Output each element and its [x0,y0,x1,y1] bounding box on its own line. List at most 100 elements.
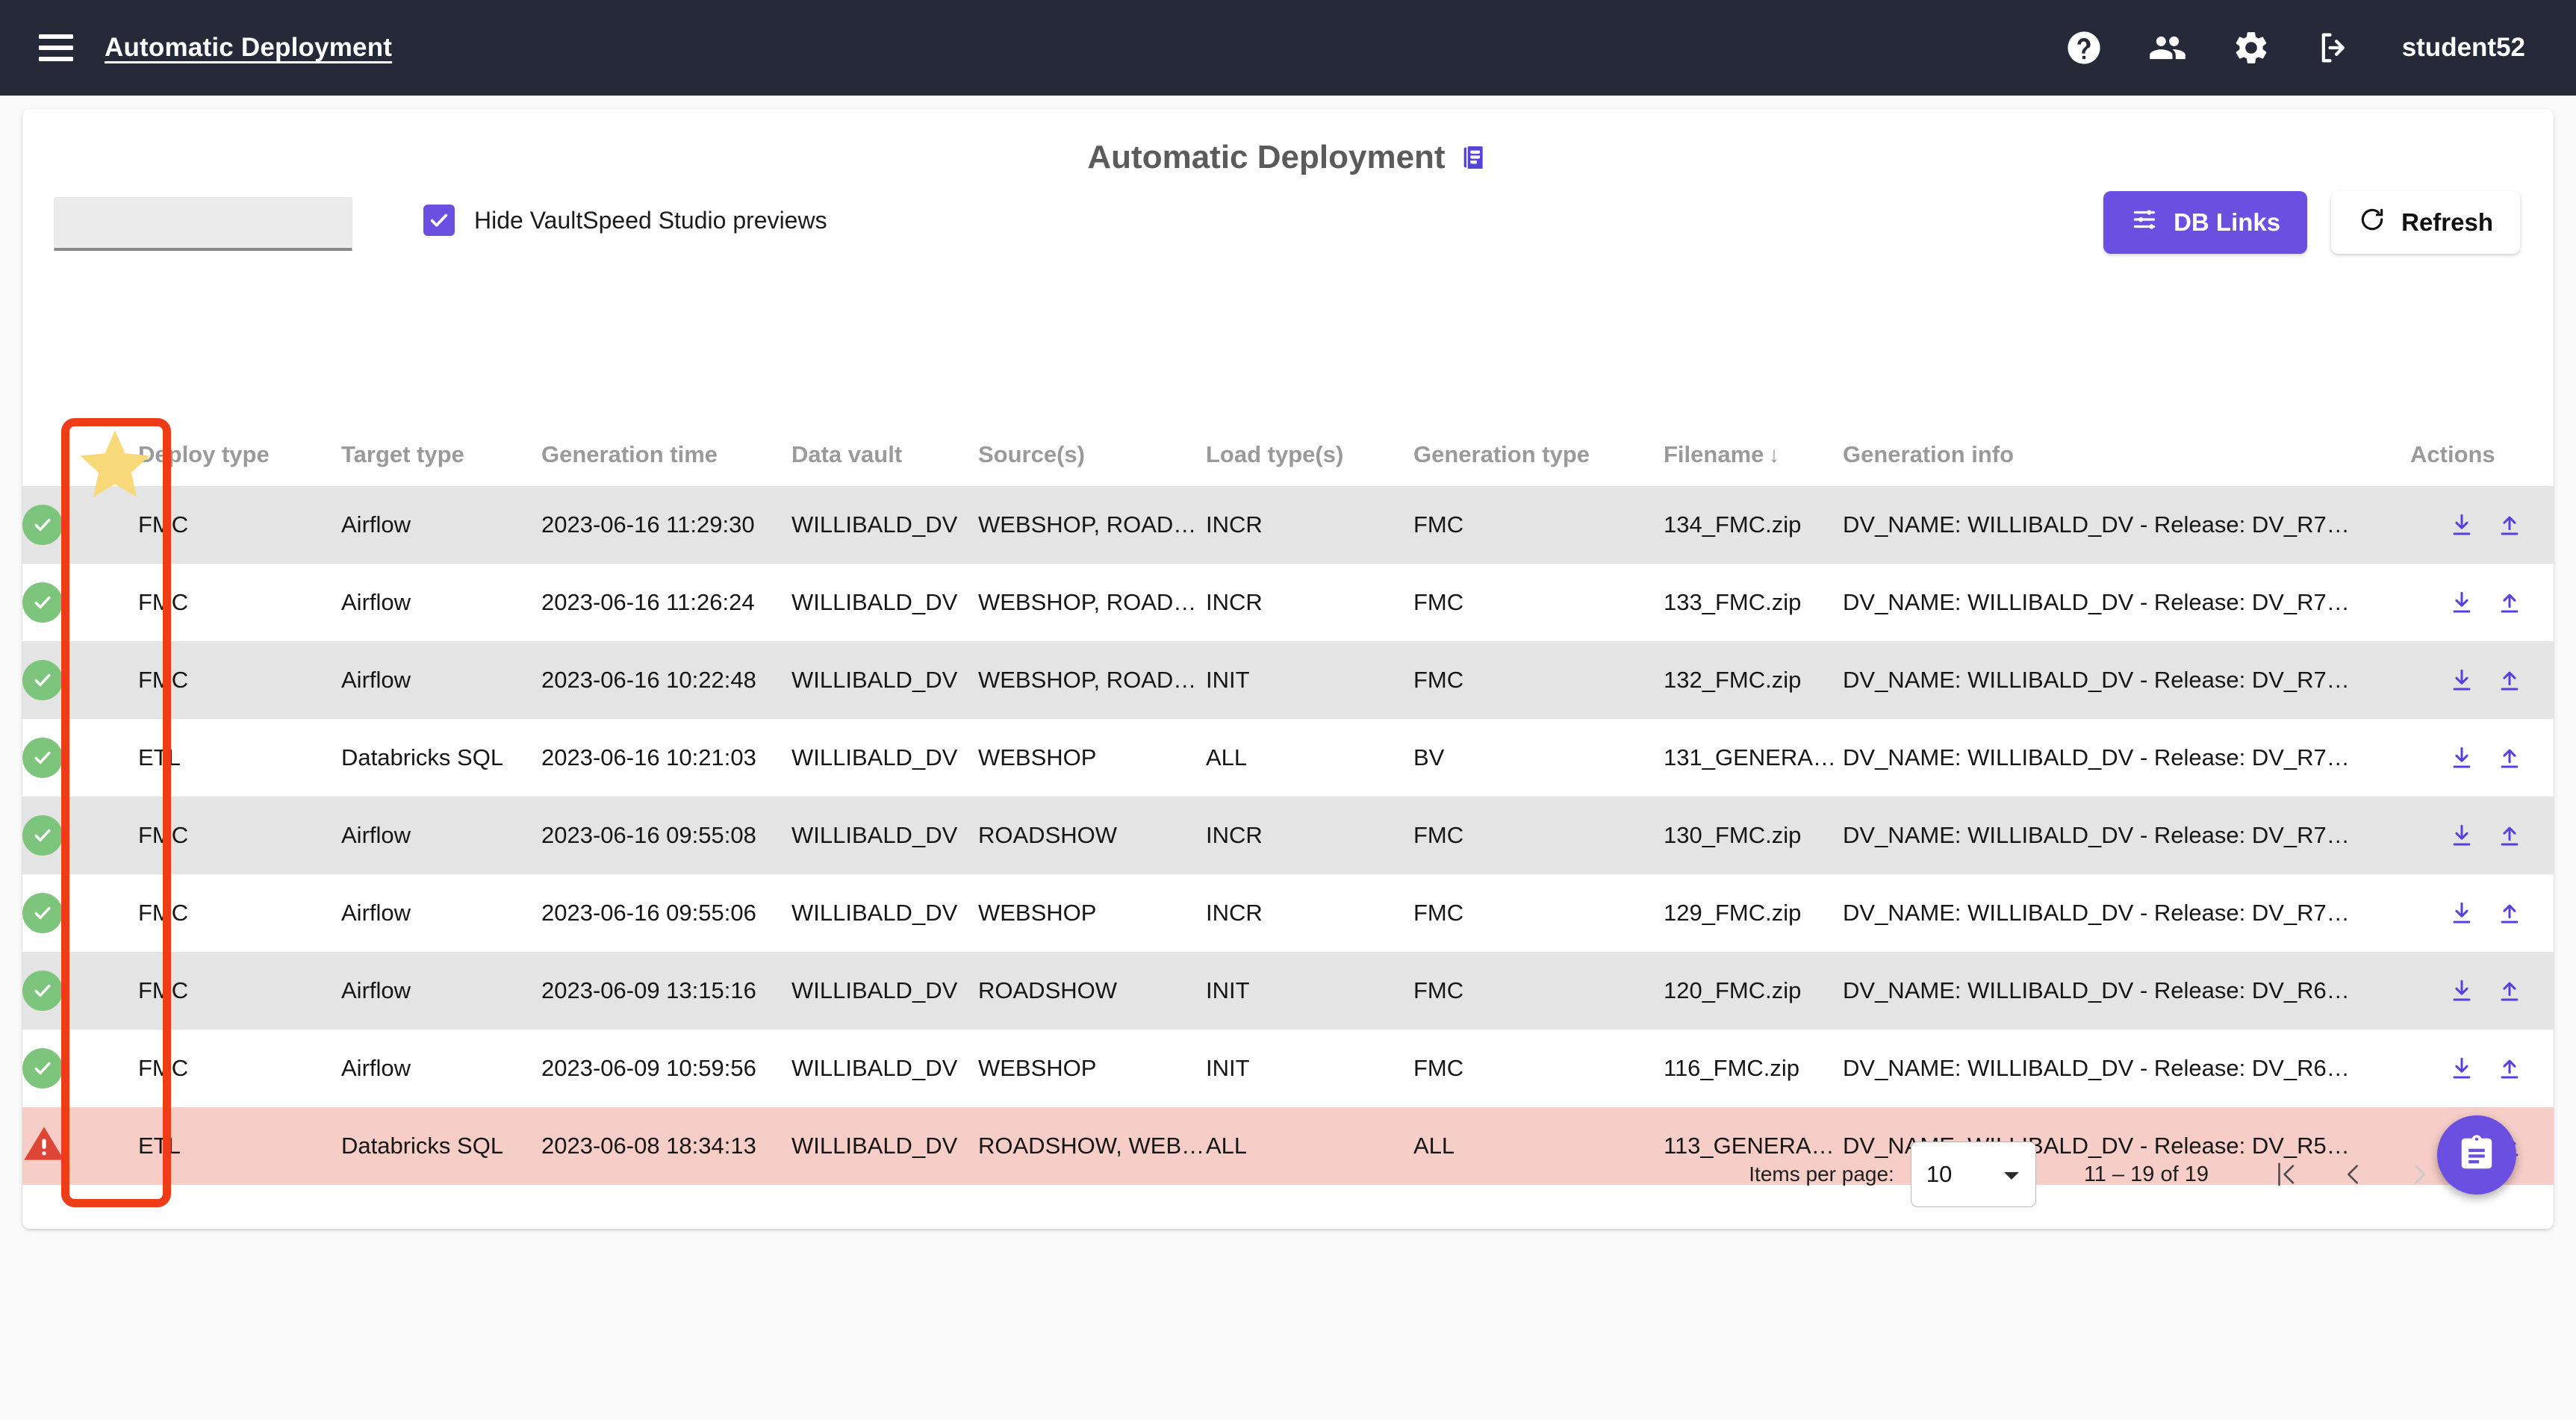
upload-icon[interactable] [2497,744,2522,771]
column-header-generation-time[interactable]: Generation time [541,423,791,486]
status-success-icon [22,660,63,700]
download-icon[interactable] [2449,822,2474,849]
cell-generation-type: BV [1413,719,1664,797]
notes-fab-button[interactable] [2437,1115,2516,1195]
upload-icon[interactable] [2497,977,2522,1004]
cell-deploy-type: FMC [138,1030,341,1107]
cell-filename: 116_FMC.zip [1664,1030,1843,1107]
upload-icon[interactable] [2497,667,2522,694]
download-icon[interactable] [2449,744,2474,771]
cell-target-type: Airflow [341,874,541,952]
cell-filename: 133_FMC.zip [1664,564,1843,641]
column-header-sources[interactable]: Source(s) [978,423,1206,486]
column-header-filename-label: Filename [1664,440,1764,467]
cell-deploy-type: FMC [138,564,341,641]
cell-generation-type: FMC [1413,564,1664,641]
table-row[interactable]: FMC Airflow 2023-06-16 10:22:48 WILLIBALD_D… [22,641,2554,719]
upload-icon[interactable] [2497,511,2522,538]
first-page-button[interactable] [2252,1141,2319,1208]
cell-generation-time: 2023-06-16 10:21:03 [541,719,791,797]
download-icon[interactable] [2449,589,2474,616]
filter-input[interactable] [54,197,352,251]
cell-actions [2410,564,2554,641]
cell-load-types: INCR [1206,564,1413,641]
column-header-actions: Actions [2410,423,2554,486]
topbar-app-title[interactable]: Automatic Deployment [105,33,392,63]
column-header-status [22,423,138,486]
db-links-button[interactable]: DB Links [2103,191,2308,254]
hide-previews-checkbox[interactable] [423,205,455,236]
cell-generation-info: DV_NAME: WILLIBALD_DV - Release: DV_R7… [1843,797,2410,874]
paginator: Items per page: 10 11 – 19 of 19 [1749,1141,2521,1208]
cell-data-vault: WILLIBALD_DV [791,874,978,952]
cell-generation-info: DV_NAME: WILLIBALD_DV - Release: DV_R7… [1843,486,2410,564]
cell-sources: WEBSHOP [978,874,1206,952]
people-icon[interactable] [2148,28,2187,67]
table-row[interactable]: FMC Airflow 2023-06-16 09:55:06 WILLIBALD_D… [22,874,2554,952]
table-row[interactable]: ETL Databricks SQL 2023-06-16 10:21:03 WILL… [22,719,2554,797]
column-header-generation-info[interactable]: Generation info [1843,423,2410,486]
cell-status [22,486,138,564]
upload-icon[interactable] [2497,589,2522,616]
table-row[interactable]: FMC Airflow 2023-06-16 11:26:24 WILLIBALD_D… [22,564,2554,641]
hamburger-menu-icon[interactable] [39,34,73,61]
column-header-load-types[interactable]: Load type(s) [1206,423,1413,486]
cell-sources: WEBSHOP, ROADS… [978,486,1206,564]
items-per-page-label: Items per page: [1749,1162,1894,1186]
cell-filename: 131_GENERA… [1664,719,1843,797]
cell-generation-time: 2023-06-16 11:26:24 [541,564,791,641]
download-icon[interactable] [2449,977,2474,1004]
previous-page-button[interactable] [2319,1141,2386,1208]
topbar-actions: student52 [2065,28,2525,67]
cell-status [22,719,138,797]
upload-icon[interactable] [2497,900,2522,927]
download-icon[interactable] [2449,1055,2474,1082]
hide-previews-checkbox-row: Hide VaultSpeed Studio previews [423,205,827,236]
cell-actions [2410,641,2554,719]
table-row[interactable]: FMC Airflow 2023-06-16 11:29:30 WILLIBALD_D… [22,486,2554,564]
download-icon[interactable] [2449,511,2474,538]
cell-filename: 130_FMC.zip [1664,797,1843,874]
cell-actions [2410,797,2554,874]
column-header-target-type[interactable]: Target type [341,423,541,486]
column-header-filename[interactable]: Filename ↓ [1664,423,1843,486]
table-row[interactable]: FMC Airflow 2023-06-09 10:59:56 WILLIBALD_D… [22,1030,2554,1107]
table-row[interactable]: FMC Airflow 2023-06-09 13:15:16 WILLIBALD_D… [22,952,2554,1030]
column-header-deploy-type[interactable]: Deploy type [138,423,341,486]
cell-target-type: Airflow [341,641,541,719]
cell-deploy-type: FMC [138,797,341,874]
tune-icon [2130,205,2159,240]
cell-target-type: Airflow [341,1030,541,1107]
document-list-icon[interactable] [1459,142,1489,173]
toolbar-buttons: DB Links Refresh [2103,191,2520,254]
deployments-table: Deploy type Target type Generation time … [22,423,2554,1185]
column-header-data-vault[interactable]: Data vault [791,423,978,486]
cell-generation-time: 2023-06-16 10:22:48 [541,641,791,719]
page-title: Automatic Deployment [1087,139,1446,175]
cell-generation-time: 2023-06-16 09:55:08 [541,797,791,874]
db-links-label: DB Links [2174,208,2281,236]
download-icon[interactable] [2449,667,2474,694]
cell-generation-time: 2023-06-09 10:59:56 [541,1030,791,1107]
refresh-button[interactable]: Refresh [2331,191,2520,254]
sort-descending-icon: ↓ [1768,442,1780,467]
help-icon[interactable] [2065,28,2103,67]
gear-icon[interactable] [2232,28,2271,67]
page-title-row: Automatic Deployment [22,139,2554,176]
items-per-page-select[interactable]: 10 [1910,1142,2036,1207]
table-row[interactable]: FMC Airflow 2023-06-16 09:55:08 WILLIBALD_D… [22,797,2554,874]
logout-icon[interactable] [2315,28,2354,67]
download-icon[interactable] [2449,900,2474,927]
cell-actions [2410,719,2554,797]
upload-icon[interactable] [2497,822,2522,849]
cell-target-type: Airflow [341,564,541,641]
cell-sources: WEBSHOP, ROADS… [978,564,1206,641]
page-range-label: 11 – 19 of 19 [2083,1162,2209,1186]
current-user-label[interactable]: student52 [2402,33,2525,63]
cell-generation-info: DV_NAME: WILLIBALD_DV - Release: DV_R7… [1843,719,2410,797]
cell-generation-type: FMC [1413,1030,1664,1107]
column-header-generation-type[interactable]: Generation type [1413,423,1664,486]
status-success-icon [22,738,63,778]
cell-status [22,1107,138,1185]
upload-icon[interactable] [2497,1055,2522,1082]
